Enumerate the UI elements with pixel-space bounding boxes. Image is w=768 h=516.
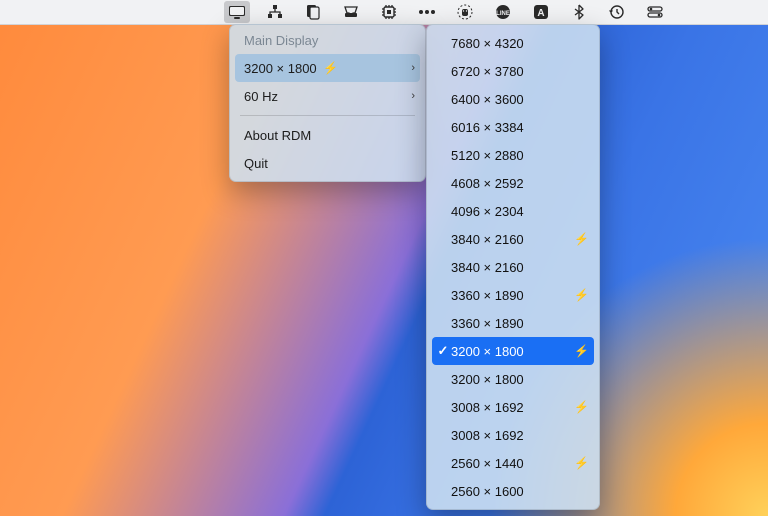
network-icon[interactable] — [266, 3, 284, 21]
resolution-option-label: 7680 × 4320 — [451, 36, 589, 51]
resolution-option[interactable]: 7680 × 4320 — [427, 29, 599, 57]
cpu-icon[interactable] — [380, 3, 398, 21]
resolution-option-label: 3008 × 1692 — [451, 428, 589, 443]
resolution-option[interactable]: ✓3200 × 1800 ⚡ — [432, 337, 594, 365]
resolution-option-label: 6016 × 3384 — [451, 120, 589, 135]
resolution-option-label: 3360 × 1890 — [451, 288, 568, 303]
timemachine-icon[interactable] — [608, 3, 626, 21]
resolution-option[interactable]: 3008 × 1692 — [427, 421, 599, 449]
inbox-icon[interactable] — [342, 3, 360, 21]
resolution-option[interactable]: 2560 × 1600 — [427, 477, 599, 505]
resolution-option[interactable]: 3840 × 2160 ⚡ — [427, 225, 599, 253]
menu-separator — [240, 115, 415, 116]
menubar: LINE A — [0, 0, 768, 25]
chevron-right-icon: › — [411, 90, 415, 102]
resolution-option-label: 3200 × 1800 — [451, 372, 589, 387]
resolution-option-label: 2560 × 1440 — [451, 456, 568, 471]
font-a-icon[interactable]: A — [532, 3, 550, 21]
display-icon[interactable] — [224, 1, 250, 23]
resolution-option-label: 3840 × 2160 — [451, 260, 589, 275]
rdm-main-menu: Main Display 3200 × 1800 ⚡ › 60 Hz › Abo… — [229, 24, 426, 182]
bluetooth-icon[interactable] — [570, 3, 588, 21]
resolution-option-label: 3008 × 1692 — [451, 400, 568, 415]
resolution-option[interactable]: 3360 × 1890 ⚡ — [427, 281, 599, 309]
svg-text:LINE: LINE — [496, 11, 510, 17]
resolution-option[interactable]: 3008 × 1692 ⚡ — [427, 393, 599, 421]
resolution-option-label: 6400 × 3600 — [451, 92, 589, 107]
hidpi-bolt-icon: ⚡ — [574, 400, 589, 414]
hidpi-bolt-icon: ⚡ — [574, 456, 589, 470]
resolution-option-label: 5120 × 2880 — [451, 148, 589, 163]
resolution-option-label: 3840 × 2160 — [451, 232, 568, 247]
chevron-right-icon: › — [411, 62, 415, 74]
resolution-option-label: 6720 × 3780 — [451, 64, 589, 79]
desktop-background: LINE A Main Display 3200 × 1800 ⚡ › 60 H… — [0, 0, 768, 516]
resolution-option-label: 2560 × 1600 — [451, 484, 589, 499]
resolution-option-label: 3360 × 1890 — [451, 316, 589, 331]
resolution-option-label: 4608 × 2592 — [451, 176, 589, 191]
resolution-option[interactable]: 2560 × 1440 ⚡ — [427, 449, 599, 477]
resolution-option[interactable]: 5120 × 2880 — [427, 141, 599, 169]
control-center-icon[interactable] — [646, 3, 664, 21]
menu-item-refresh[interactable]: 60 Hz › — [230, 82, 425, 110]
clipboard-icon[interactable] — [304, 3, 322, 21]
resolution-submenu: 7680 × 4320 6720 × 3780 6400 × 3600 6016 × … — [426, 24, 600, 510]
menu-item-about[interactable]: About RDM — [230, 121, 425, 149]
resolution-option[interactable]: 3840 × 2160 — [427, 253, 599, 281]
resolution-option[interactable]: 3360 × 1890 — [427, 309, 599, 337]
quit-label: Quit — [244, 156, 415, 171]
resolution-option[interactable]: 6016 × 3384 — [427, 113, 599, 141]
resolution-label: 3200 × 1800 — [244, 61, 317, 76]
svg-text:A: A — [537, 8, 544, 19]
menu-item-quit[interactable]: Quit — [230, 149, 425, 177]
menu-header: Main Display — [230, 29, 425, 54]
resolution-option[interactable]: 4096 × 2304 — [427, 197, 599, 225]
resolution-option[interactable]: 6400 × 3600 — [427, 85, 599, 113]
resolution-option[interactable]: 3200 × 1800 — [427, 365, 599, 393]
about-label: About RDM — [244, 128, 415, 143]
line-app-icon[interactable]: LINE — [494, 3, 512, 21]
hidpi-bolt-icon: ⚡ — [574, 344, 589, 358]
hidpi-bolt-icon: ⚡ — [574, 288, 589, 302]
android-icon[interactable] — [456, 3, 474, 21]
refresh-label: 60 Hz — [244, 89, 411, 104]
password-dots-icon[interactable] — [418, 3, 436, 21]
resolution-option-label: 3200 × 1800 — [451, 344, 568, 359]
resolution-option-label: 4096 × 2304 — [451, 204, 589, 219]
hidpi-bolt-icon: ⚡ — [323, 61, 338, 75]
menu-item-resolution[interactable]: 3200 × 1800 ⚡ › — [235, 54, 420, 82]
hidpi-bolt-icon: ⚡ — [574, 232, 589, 246]
resolution-option[interactable]: 6720 × 3780 — [427, 57, 599, 85]
check-icon: ✓ — [435, 343, 451, 359]
resolution-option[interactable]: 4608 × 2592 — [427, 169, 599, 197]
